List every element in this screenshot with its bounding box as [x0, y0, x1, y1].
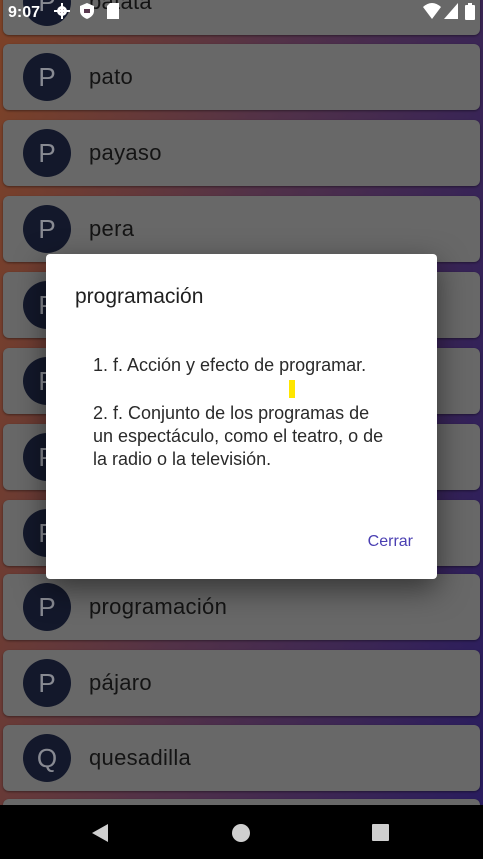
definition-dialog: programación 1. f. Acción y efecto de pr… [46, 254, 437, 579]
text-cursor [289, 380, 295, 398]
shield-icon [80, 3, 94, 24]
back-icon[interactable] [92, 824, 108, 847]
wifi-icon [423, 3, 441, 24]
home-icon[interactable] [232, 824, 250, 847]
recents-icon[interactable] [372, 824, 389, 846]
definition-1: 1. f. Acción y efecto de programar. [93, 355, 367, 375]
status-bar: 9:07 [0, 0, 483, 27]
definition-2: 2. f. Conjunto de los programas de un es… [93, 403, 384, 469]
battery-icon [465, 3, 475, 25]
dialog-body: 1. f. Acción y efecto de programar. 2. f… [93, 354, 393, 496]
settings-gear-icon [54, 3, 70, 24]
close-button[interactable]: Cerrar [368, 533, 413, 551]
navigation-bar [0, 805, 483, 859]
sd-card-icon [107, 3, 119, 24]
status-time: 9:07 [8, 4, 41, 21]
dialog-title: programación [75, 285, 204, 308]
signal-icon [444, 3, 458, 24]
